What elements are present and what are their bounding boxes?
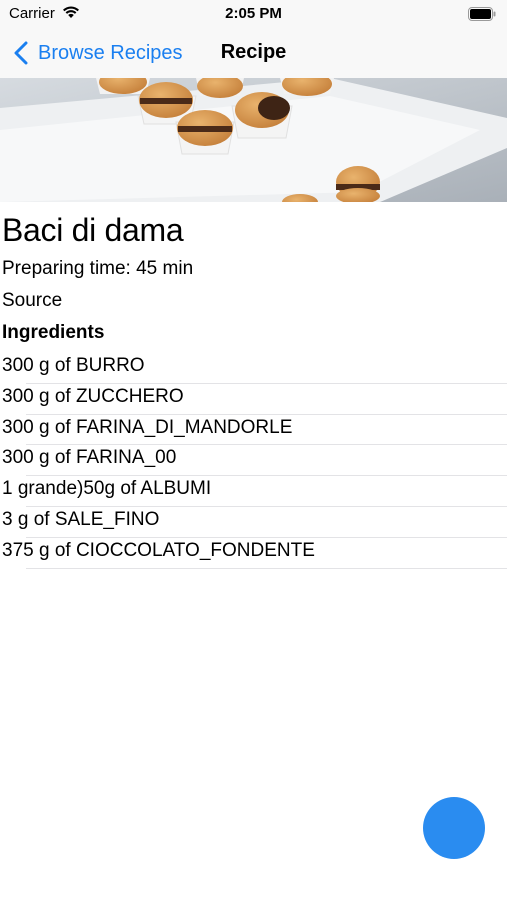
ingredient-row[interactable]: 300 g of FARINA_DI_MANDORLE: [0, 415, 507, 446]
floating-action-button[interactable]: [423, 797, 485, 859]
ingredient-row[interactable]: 300 g of BURRO: [0, 353, 507, 384]
status-bar: Carrier 2:05 PM: [0, 0, 507, 30]
recipe-title: Baci di dama: [2, 212, 184, 248]
ingredient-row[interactable]: 3 g of SALE_FINO: [0, 507, 507, 538]
recipe-image: [0, 78, 507, 202]
ingredients-list: 300 g of BURRO 300 g of ZUCCHERO 300 g o…: [0, 353, 507, 569]
nav-title: Recipe: [220, 41, 287, 63]
status-time: 2:05 PM: [225, 5, 282, 22]
ingredient-label: 375 g of CIOCCOLATO_FONDENTE: [2, 539, 315, 561]
ingredient-row[interactable]: 300 g of FARINA_00: [0, 445, 507, 476]
ingredient-label: 3 g of SALE_FINO: [2, 508, 160, 530]
ingredient-label: 300 g of FARINA_DI_MANDORLE: [2, 416, 293, 438]
battery-icon: [468, 7, 496, 26]
ingredient-label: 300 g of FARINA_00: [2, 447, 177, 469]
preparing-time: Preparing time: 45 min: [2, 258, 194, 279]
ingredient-label: 300 g of ZUCCHERO: [2, 385, 184, 407]
ingredient-row[interactable]: 300 g of ZUCCHERO: [0, 384, 507, 415]
ingredient-label: 300 g of BURRO: [2, 355, 145, 376]
navigation-bar: Browse Recipes Recipe: [0, 30, 507, 78]
ingredients-header: Ingredients: [2, 322, 105, 343]
source-link[interactable]: Source: [2, 290, 62, 312]
ingredient-label: 1 grande)50g of ALBUMI: [2, 478, 212, 500]
ingredient-row[interactable]: 375 g of CIOCCOLATO_FONDENTE: [0, 538, 507, 569]
ingredient-row[interactable]: 1 grande)50g of ALBUMI: [0, 476, 507, 507]
